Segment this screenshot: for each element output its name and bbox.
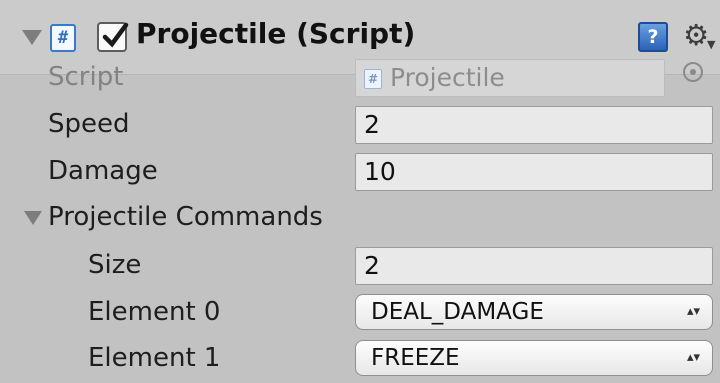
commands-foldout-label[interactable]: Projectile Commands (48, 202, 323, 232)
script-object-field[interactable]: # Projectile (355, 59, 665, 97)
damage-field[interactable]: 10 (355, 153, 713, 191)
component-enabled-checkbox[interactable] (97, 22, 129, 52)
script-object-value: Projectile (390, 63, 505, 92)
element-0-value: DEAL_DAMAGE (371, 299, 544, 325)
component-title: Projectile (Script) (136, 17, 416, 50)
help-book-icon[interactable]: ? (638, 22, 668, 52)
element-1-dropdown[interactable]: FREEZE ▴▾ (355, 340, 713, 376)
dropdown-arrows-icon: ▴▾ (686, 304, 700, 319)
gear-icon[interactable]: ⚙ (683, 18, 709, 52)
speed-label: Speed (48, 109, 130, 139)
dropdown-arrows-icon: ▴▾ (686, 350, 700, 365)
script-asset-icon: # (364, 69, 382, 89)
size-label: Size (88, 250, 142, 280)
collapse-triangle-icon[interactable] (22, 30, 42, 45)
element-1-label: Element 1 (88, 343, 221, 373)
commands-foldout-triangle-icon[interactable] (24, 211, 42, 225)
checkmark-icon (102, 22, 129, 48)
gear-menu-caret-icon: ▼ (707, 38, 716, 51)
speed-field[interactable]: 2 (355, 106, 713, 144)
script-label: Script (48, 62, 124, 92)
damage-label: Damage (48, 156, 158, 186)
object-picker-icon[interactable] (683, 62, 703, 82)
element-0-dropdown[interactable]: DEAL_DAMAGE ▴▾ (355, 294, 713, 330)
element-0-label: Element 0 (88, 297, 221, 327)
script-icon: # (50, 24, 76, 52)
size-field[interactable]: 2 (355, 247, 713, 285)
element-1-value: FREEZE (371, 345, 460, 371)
